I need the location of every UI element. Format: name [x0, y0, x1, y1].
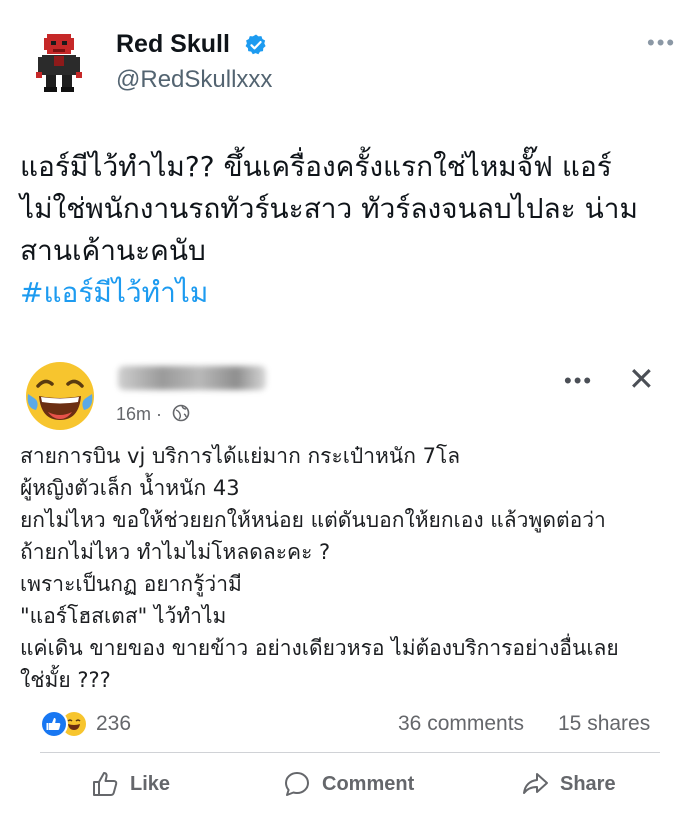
tweet-text-line: สานเค้านะคนับ [20, 234, 206, 267]
tweet-text-line: ไม่ใช่พนักงานรถทัวร์นะสาว ทัวร์ลงจนลบไปล… [20, 192, 638, 225]
post-text-line: ผู้หญิงตัวเล็ก น้ำหนัก 43 [20, 476, 240, 500]
comment-bubble-icon [285, 772, 309, 796]
post-text-line: ยกไม่ไหว ขอให้ช่วยยกให้หน่อย แต่ดันบอกให… [20, 508, 606, 532]
post-text-line: ถ้ายกไม่ไหว ทำไมไม่โหลดละคะ ? [20, 540, 331, 564]
post-text-line: ใช่มั้ย ??? [20, 668, 111, 692]
display-name[interactable]: Red Skull [116, 30, 230, 59]
facebook-post-text: สายการบิน vj บริการได้แย่มาก กระเป๋าหนัก… [20, 440, 670, 696]
blurred-author-name [118, 366, 266, 390]
handle[interactable]: @RedSkullxxx [116, 66, 272, 94]
tweet-text: แอร์มีไว้ทำไม?? ขึ้นเครื่องครั้งแรกใช่ไห… [20, 146, 670, 314]
tweet-text-line: แอร์มีไว้ทำไม?? ขึ้นเครื่องครั้งแรกใช่ไห… [20, 150, 612, 183]
hashtag-link[interactable]: #แอร์มีไว้ทำไม [20, 272, 670, 314]
post-text-line: "แอร์โฮสเตส" ไว้ทำไม [20, 604, 227, 628]
more-horizontal-icon[interactable]: ••• [647, 30, 676, 56]
thumbs-up-icon [93, 772, 118, 796]
post-text-line: แค่เดิน ขายของ ขายข้าว อย่างเดียวหรอ ไม่… [20, 636, 619, 660]
laughing-emoji-avatar-icon [26, 362, 94, 430]
more-horizontal-icon[interactable]: ••• [564, 368, 593, 394]
close-icon[interactable]: ✕ [628, 360, 655, 398]
divider [40, 752, 660, 753]
post-text-line: สายการบิน vj บริการได้แย่มาก กระเป๋าหนัก… [20, 444, 461, 468]
share-arrow-icon [523, 773, 548, 794]
reaction-count[interactable]: 236 [96, 712, 131, 736]
comment-label: Comment [322, 772, 415, 795]
share-label: Share [560, 772, 616, 795]
like-button[interactable]: Like [90, 764, 170, 804]
shares-count[interactable]: 15 shares [558, 712, 650, 736]
red-skull-avatar-icon [20, 24, 98, 102]
verified-badge-icon [245, 34, 266, 55]
like-label: Like [130, 772, 171, 795]
comment-button[interactable]: Comment [282, 764, 414, 804]
comments-count[interactable]: 36 comments [398, 712, 524, 736]
avatar[interactable] [20, 24, 98, 102]
globe-icon [172, 404, 190, 422]
like-reaction-icon [40, 710, 68, 738]
post-text-line: เพราะเป็นกฏ อยากรู้ว่ามี [20, 572, 242, 596]
post-time: 16m · [116, 404, 163, 424]
share-button[interactable]: Share [520, 764, 616, 804]
